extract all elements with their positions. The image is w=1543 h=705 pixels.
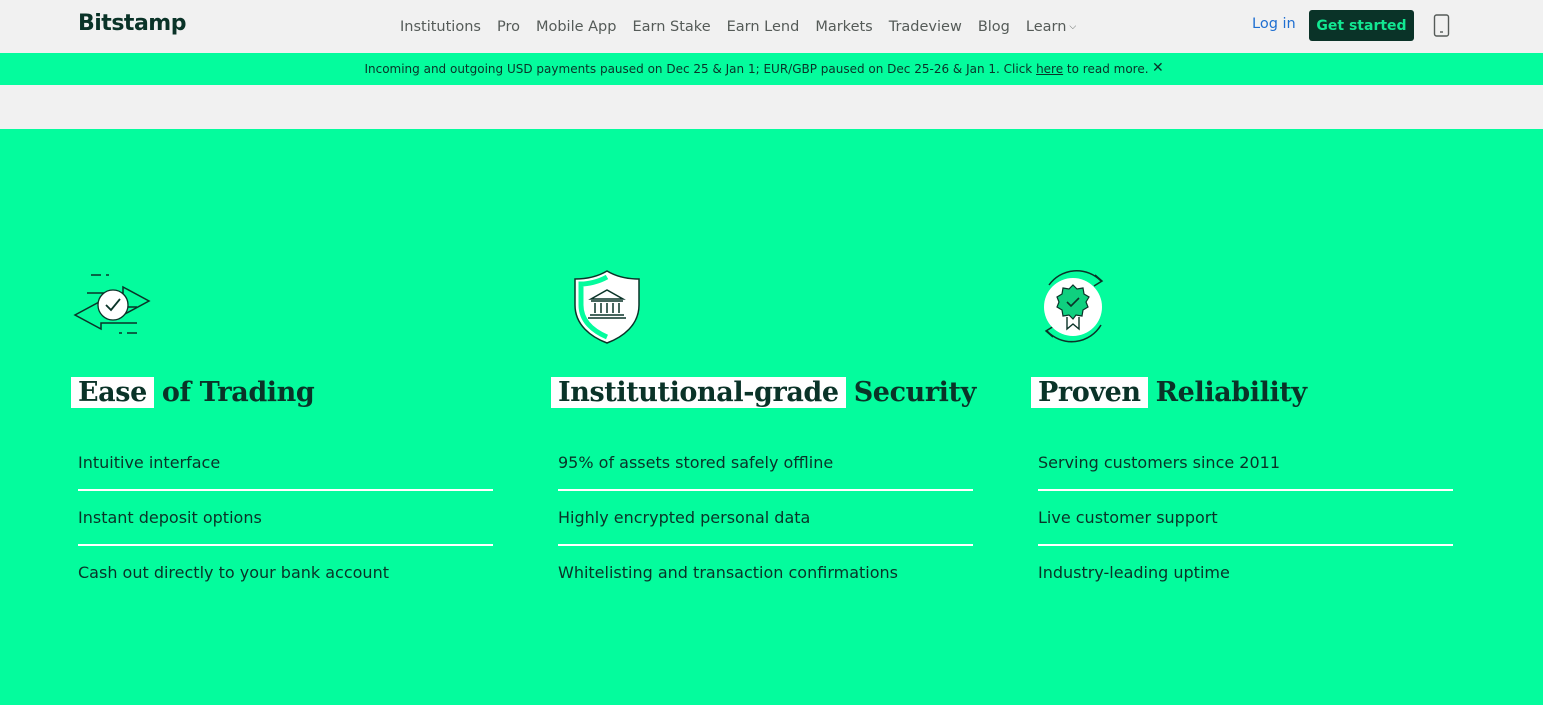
- notice-banner: Incoming and outgoing USD payments pause…: [0, 53, 1543, 85]
- shield-bank-icon: [574, 270, 640, 344]
- nav-earn-lend[interactable]: Earn Lend: [727, 19, 800, 35]
- bitstamp-logo[interactable]: Bitstamp: [78, 11, 186, 36]
- nav-blog[interactable]: Blog: [978, 19, 1010, 35]
- feature-item: Whitelisting and transaction confirmatio…: [558, 563, 898, 582]
- chevron-down-icon: ⌵: [1069, 21, 1077, 32]
- nav-learn-label: Learn: [1025, 18, 1067, 35]
- feature-title-reliability: Proven Reliability: [1031, 377, 1307, 408]
- divider: [558, 489, 973, 491]
- divider: [1038, 544, 1453, 546]
- feature-column-ease-of-trading: Ease of Trading Intuitive interface Insta…: [71, 129, 493, 705]
- divider: [78, 544, 493, 546]
- feature-item: Instant deposit options: [78, 508, 262, 527]
- transfer-arrows-check-icon: [73, 274, 151, 334]
- mobile-phone-icon[interactable]: [1433, 14, 1450, 37]
- feature-item: Intuitive interface: [78, 453, 221, 472]
- title-rest: Security: [853, 377, 977, 408]
- main-nav: Institutions Pro Mobile App Earn Stake E…: [400, 0, 1092, 53]
- feature-item: Serving customers since 2011: [1038, 453, 1281, 472]
- feature-column-reliability: Proven Reliability Serving customers sinc…: [1031, 129, 1453, 705]
- login-link[interactable]: Log in: [1252, 16, 1296, 32]
- title-rest: Reliability: [1155, 377, 1307, 408]
- feature-item: Cash out directly to your bank account: [78, 563, 389, 582]
- divider: [1038, 489, 1453, 491]
- nav-learn-dropdown[interactable]: Learn ⌵: [1026, 19, 1076, 35]
- get-started-button[interactable]: Get started: [1309, 10, 1414, 41]
- feature-item: Industry-leading uptime: [1038, 563, 1230, 582]
- feature-column-security: Institutional-grade Security 95% of asset…: [551, 129, 976, 705]
- nav-mobile-app[interactable]: Mobile App: [536, 19, 617, 35]
- nav-markets[interactable]: Markets: [815, 19, 872, 35]
- banner-read-more-link[interactable]: here: [1036, 62, 1063, 76]
- close-icon[interactable]: ✕: [1152, 60, 1164, 76]
- banner-text-after: to read more.: [1063, 62, 1149, 76]
- feature-title-security: Institutional-grade Security: [551, 377, 976, 408]
- top-navigation-bar: Bitstamp Institutions Pro Mobile App Ear…: [0, 0, 1543, 53]
- feature-item: 95% of assets stored safely offline: [558, 453, 834, 472]
- features-section: Ease of Trading Intuitive interface Insta…: [0, 129, 1543, 705]
- award-badge-cycle-icon: [1044, 270, 1104, 343]
- banner-text-before: Incoming and outgoing USD payments pause…: [364, 62, 1037, 76]
- feature-title-ease-of-trading: Ease of Trading: [71, 377, 315, 408]
- nav-institutions[interactable]: Institutions: [400, 19, 481, 35]
- nav-tradeview[interactable]: Tradeview: [889, 19, 962, 35]
- nav-earn-stake[interactable]: Earn Stake: [632, 19, 710, 35]
- divider: [558, 544, 973, 546]
- title-highlight: Ease: [71, 377, 154, 408]
- banner-message: Incoming and outgoing USD payments pause…: [0, 62, 1543, 76]
- title-highlight: Institutional-grade: [551, 377, 846, 408]
- feature-item: Live customer support: [1038, 508, 1218, 527]
- divider: [78, 489, 493, 491]
- feature-item: Highly encrypted personal data: [558, 508, 811, 527]
- nav-pro[interactable]: Pro: [497, 19, 520, 35]
- title-highlight: Proven: [1031, 377, 1148, 408]
- title-rest: of Trading: [161, 377, 315, 408]
